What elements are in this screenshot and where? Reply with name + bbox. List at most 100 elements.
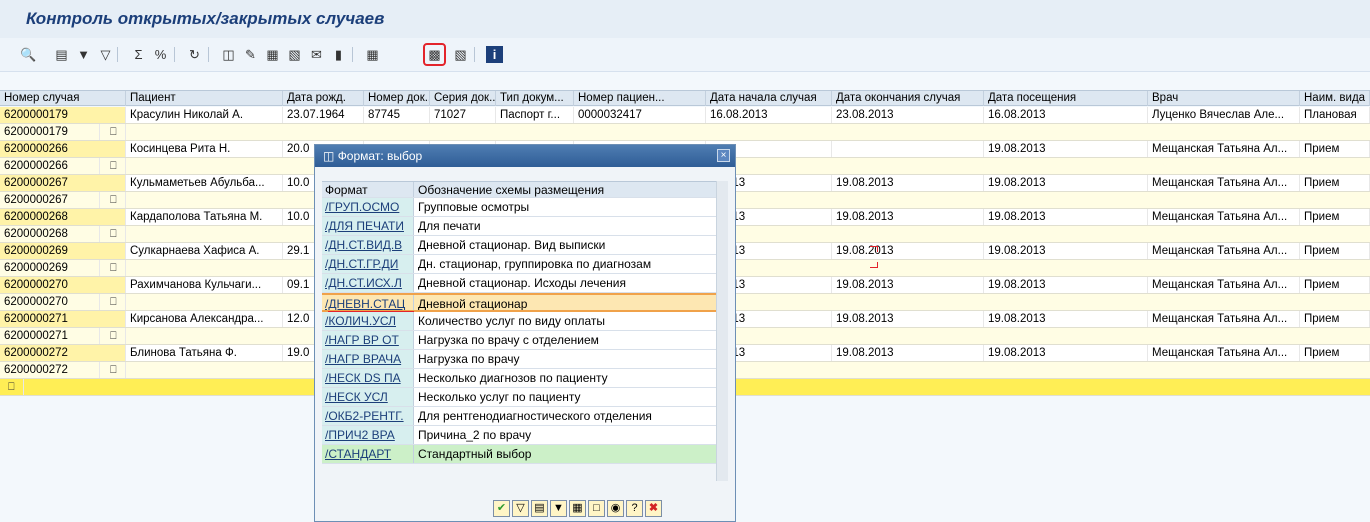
table-cell: Мещанская Татьяна Ал... [1148, 311, 1300, 327]
layout-code-link[interactable]: /НЕСК DS ПА [322, 369, 414, 387]
table-cell: Мещанская Татьяна Ал... [1148, 209, 1300, 225]
col-header[interactable]: Врач [1148, 91, 1300, 106]
layout-item[interactable]: /ДНЕВН.СТАЦ Дневной стационар [322, 293, 722, 313]
red-mark [870, 246, 878, 252]
layout-change-icon[interactable]: ▦ [364, 46, 381, 63]
layout-code-link[interactable]: /НАГР ВР ОТ [322, 331, 414, 349]
toolbar-separator [174, 47, 175, 62]
layout-code-link[interactable]: /КОЛИЧ.УСЛ [322, 312, 414, 330]
layout-item[interactable]: /ПРИЧ2 ВРА Причина_2 по врачу [322, 426, 722, 445]
table-cell: Прием [1300, 175, 1370, 191]
layout-code-link[interactable]: /ДН.СТ.ИСХ.Л [322, 274, 414, 292]
filter-delete-icon[interactable]: ▽ [97, 46, 114, 63]
print-icon[interactable]: ▤ [53, 46, 70, 63]
table-row[interactable]: 6200000179 Красулин Николай А. 23.07.1964 8… [0, 107, 1370, 124]
table-cell: Косинцева Рита Н. [126, 141, 283, 157]
word-icon[interactable]: ✎ [242, 46, 259, 63]
table-cell: Красулин Николай А. [126, 107, 283, 123]
col-header[interactable]: Дата начала случая [706, 91, 832, 106]
layout-code-link[interactable]: /ПРИЧ2 ВРА [322, 426, 414, 444]
col-header[interactable]: Номер случая [0, 91, 126, 106]
table-cell: 0000032417 [574, 107, 706, 123]
col-header-format[interactable]: Формат [322, 182, 414, 197]
layout-item[interactable]: /НЕСК УСЛ Несколько услуг по пациенту [322, 388, 722, 407]
col-header[interactable]: Наим. вида [1300, 91, 1370, 106]
table-cell: Кирсанова Александра... [126, 311, 283, 327]
subtotal-row[interactable]: 6200000179 ⎕ [0, 124, 1370, 141]
layout-code-link[interactable]: /НАГР ВРАЧА [322, 350, 414, 368]
table-cell: 6200000179 [0, 107, 126, 123]
layout-code-link[interactable]: /СТАНДАРТ [322, 445, 414, 463]
export-icon[interactable]: ◫ [220, 46, 237, 63]
col-header[interactable]: Дата посещения [984, 91, 1148, 106]
table-cell: 6200000270 [0, 277, 126, 293]
find-icon[interactable]: ◉ [607, 500, 624, 517]
cancel-icon[interactable]: ✖ [645, 500, 662, 517]
col-header[interactable]: Серия док... [430, 91, 496, 106]
table-cell: Рахимчанова Кульчаги... [126, 277, 283, 293]
help-icon[interactable]: ? [626, 500, 643, 517]
layout-item[interactable]: /ДН.СТ.ГР.ДИ Дн. стационар, группировка п… [322, 255, 722, 274]
layout-item[interactable]: /КОЛИЧ.УСЛ Количество услуг по виду оплат… [322, 312, 722, 331]
layout-code-link[interactable]: /НЕСК УСЛ [322, 388, 414, 406]
table-icon[interactable]: ▦ [569, 500, 586, 517]
table-cell: 23.08.2013 [832, 107, 984, 123]
col-header-description[interactable]: Обозначение схемы размещения [418, 182, 718, 197]
sort-icon[interactable]: ▼ [550, 500, 567, 517]
col-header[interactable]: Дата окончания случая [832, 91, 984, 106]
dialog-scrollbar[interactable] [716, 181, 728, 481]
layout-item[interactable]: /НАГР ВРАЧА Нагрузка по врачу [322, 350, 722, 369]
dialog-close-button[interactable]: × [717, 149, 730, 162]
layout-code-link[interactable]: /ДН.СТ.ВИД.В [322, 236, 414, 254]
col-header[interactable]: Тип докум... [496, 91, 574, 106]
layout-code-link[interactable]: /ДЛЯ ПЕЧАТИ [322, 217, 414, 235]
table-cell: 16.08.2013 [984, 107, 1148, 123]
print-icon[interactable]: ▤ [531, 500, 548, 517]
layout-item[interactable]: /ОКБ2-РЕНТГ. Для рентгенодиагностического… [322, 407, 722, 426]
toolbar: 🔍 ▤ ▼ ▽ Σ % ↻ ◫ ✎ ▦ ▧ ✉ ▮ ▦ ▩ ▧ i [0, 38, 1370, 72]
details-icon[interactable]: 🔍 [20, 46, 37, 63]
col-header[interactable]: Дата рожд. [283, 91, 364, 106]
layout-item[interactable]: /ДН.СТ.ИСХ.Л Дневной стационар. Исходы ле… [322, 274, 722, 293]
layout-item[interactable]: /НЕСК DS ПА Несколько диагнозов по пациен… [322, 369, 722, 388]
table-cell: 6200000267 [0, 175, 126, 191]
excel-icon[interactable]: ▦ [264, 46, 281, 63]
layout-item[interactable]: /ДЛЯ ПЕЧАТИ Для печати [322, 217, 722, 236]
layout-code-link[interactable]: /ДНЕВН.СТАЦ [322, 295, 414, 310]
filter-icon[interactable]: ▽ [512, 500, 529, 517]
layout-select-icon[interactable]: ▩ [423, 43, 446, 66]
layout-description: Групповые осмотры [418, 200, 530, 214]
ok-icon[interactable]: ✔ [493, 500, 510, 517]
spreadsheet-icon[interactable]: ▧ [286, 46, 303, 63]
toolbar-separator [474, 47, 475, 62]
layout-item[interactable]: /НАГР ВР ОТ Нагрузка по врачу с отделение… [322, 331, 722, 350]
layout-description: Дневной стационар. Исходы лечения [418, 276, 626, 290]
layout-code-link[interactable]: /ОКБ2-РЕНТГ. [322, 407, 414, 425]
table-cell: Прием [1300, 345, 1370, 361]
grid-header: Номер случая Пациент Дата рожд. Номер до… [0, 90, 1370, 106]
table-cell: 6200000179 [0, 124, 100, 140]
table-cell: 19.08.2013 [832, 209, 984, 225]
subtotal-icon: ⎕ [106, 192, 126, 208]
subtotal-icon: ⎕ [106, 124, 126, 140]
subtotal-icon[interactable]: % [152, 46, 169, 63]
layout-description: Нагрузка по врачу с отделением [418, 333, 599, 347]
graphic-icon[interactable]: ▮ [330, 46, 347, 63]
col-header[interactable]: Номер пациен... [574, 91, 706, 106]
info-icon[interactable]: i [486, 46, 503, 63]
table-cell: 23.07.1964 [283, 107, 364, 123]
refresh-icon[interactable]: ↻ [186, 46, 203, 63]
col-header[interactable]: Пациент [126, 91, 283, 106]
layout-item[interactable]: /СТАНДАРТ Стандартный выбор [322, 445, 722, 464]
layout-item[interactable]: /ДН.СТ.ВИД.В Дневной стационар. Вид выпис… [322, 236, 722, 255]
layout-code-link[interactable]: /ДН.СТ.ГР.ДИ [322, 255, 414, 273]
filter-icon[interactable]: ▼ [75, 46, 92, 63]
details-icon[interactable]: □ [588, 500, 605, 517]
layout-code-link[interactable]: /ГРУП.ОСМО [322, 198, 414, 216]
mail-icon[interactable]: ✉ [308, 46, 325, 63]
col-header[interactable]: Номер док... [364, 91, 430, 106]
layout-item[interactable]: /ГРУП.ОСМО Групповые осмотры [322, 198, 722, 217]
sum-icon[interactable]: Σ [130, 46, 147, 63]
layout-save-icon[interactable]: ▧ [452, 46, 469, 63]
table-cell: 19.08.2013 [984, 277, 1148, 293]
